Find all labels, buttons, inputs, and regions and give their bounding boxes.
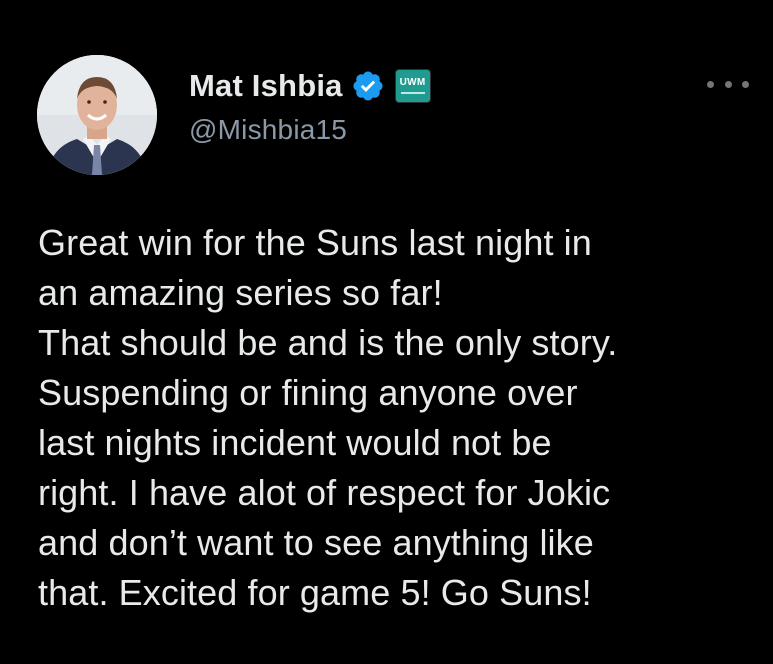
tweet-text-line: Great win for the Suns last night in	[38, 222, 592, 263]
tweet-text-line: that. Excited for game 5! Go Suns!	[38, 572, 592, 613]
avatar[interactable]	[37, 55, 157, 175]
more-horizontal-icon-dot	[742, 80, 749, 88]
more-options-button[interactable]	[707, 74, 749, 94]
tweet-text-line: Suspending or fining anyone over	[38, 372, 578, 413]
avatar-photo	[37, 55, 157, 175]
affiliation-badge[interactable]: UWM	[394, 69, 431, 103]
author-handle[interactable]: @Mishbia15	[189, 114, 347, 146]
tweet-text-line: right. I have alot of respect for Jokic	[38, 472, 611, 513]
tweet-text-line: last nights incident would not be	[38, 422, 552, 463]
tweet-card: Mat Ishbia UWM @Mishbia15 Great win for …	[0, 0, 773, 664]
more-horizontal-icon-dot	[724, 80, 732, 88]
tweet-text-line: an amazing series so far!	[38, 272, 443, 313]
affiliation-logo-line	[400, 92, 425, 94]
author-name-row: Mat Ishbia UWM	[189, 66, 431, 106]
tweet-text-line: That should be and is the only story.	[38, 322, 618, 363]
verified-badge-icon[interactable]	[351, 69, 385, 103]
more-horizontal-icon-dot	[707, 80, 714, 88]
affiliation-label: UWM	[399, 77, 426, 88]
author-display-name[interactable]: Mat Ishbia	[189, 68, 343, 104]
tweet-text-line: and don’t want to see anything like	[38, 522, 594, 563]
tweet-body: Great win for the Suns last night in an …	[38, 218, 758, 618]
